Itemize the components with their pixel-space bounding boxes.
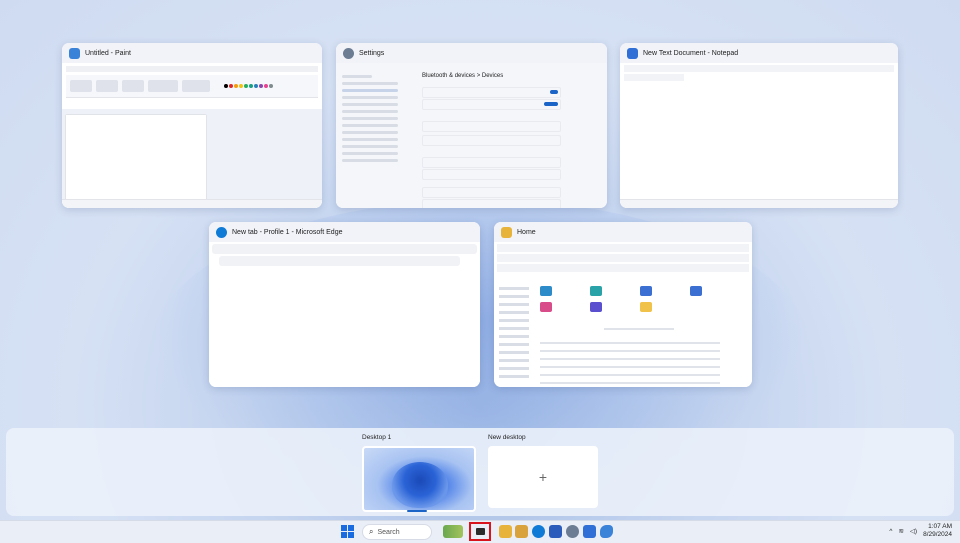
explorer-recent-row: [540, 350, 720, 352]
settings-card: [422, 157, 561, 168]
window-settings-titlebar[interactable]: Settings: [336, 43, 607, 63]
notepad-icon[interactable]: [583, 525, 596, 538]
window-paint-preview: [62, 63, 322, 208]
window-explorer-titlebar[interactable]: Home: [494, 222, 752, 242]
chevron-up-icon[interactable]: ^: [889, 528, 892, 535]
edge-tab-strip: [212, 244, 477, 254]
window-explorer[interactable]: Home: [494, 222, 752, 387]
window-settings-preview: Bluetooth & devices > Devices: [336, 63, 607, 208]
task-view-icon: [475, 528, 485, 535]
notepad-menu-bar: [624, 74, 684, 81]
explorer-recent-row: [540, 366, 720, 368]
store-icon[interactable]: [549, 525, 562, 538]
virtual-desktops-strip: Desktop 1 New desktop +: [6, 428, 954, 516]
folder-icon: [690, 286, 702, 296]
window-paint[interactable]: Untitled - Paint: [62, 43, 322, 208]
folder-icon: [590, 286, 602, 296]
folder-icon: [540, 286, 552, 296]
app-icon[interactable]: [515, 525, 528, 538]
start-button[interactable]: [341, 525, 354, 538]
paint-canvas: [66, 115, 206, 208]
explorer-recent-row: [604, 328, 674, 330]
paint-ribbon: [66, 75, 318, 98]
paint-app-icon: [69, 47, 80, 59]
taskbar-search-box[interactable]: ⌕ Search: [362, 524, 432, 540]
settings-card: [422, 87, 561, 98]
wifi-icon[interactable]: ≋: [898, 527, 903, 535]
plus-icon: +: [538, 469, 548, 485]
settings-nav-list: [340, 71, 400, 204]
paint-icon[interactable]: [600, 525, 613, 538]
window-edge-preview: [209, 242, 480, 387]
new-desktop-label: New desktop: [488, 434, 526, 441]
folder-icon: [640, 302, 652, 312]
settings-card: [422, 135, 561, 146]
system-tray: ^ ≋ ◁) 1:07 AM 8/29/2024: [889, 523, 952, 539]
settings-card: [422, 99, 561, 110]
explorer-command-bar: [497, 254, 749, 262]
folder-icon: [501, 226, 512, 238]
clock[interactable]: 1:07 AM 8/29/2024: [923, 523, 952, 539]
settings-heading: Bluetooth & devices > Devices: [422, 73, 504, 79]
window-paint-titlebar[interactable]: Untitled - Paint: [62, 43, 322, 63]
settings-card: [422, 169, 561, 180]
paint-color-swatches: [224, 84, 273, 88]
paint-canvas-area: [62, 109, 322, 208]
search-icon: ⌕: [369, 527, 374, 536]
settings-card: [422, 199, 561, 208]
window-edge-titlebar[interactable]: New tab - Profile 1 - Microsoft Edge: [209, 222, 480, 242]
window-settings[interactable]: Settings Bluetooth & devices > Devices: [336, 43, 607, 208]
folder-icon: [540, 302, 552, 312]
notepad-app-icon: [627, 47, 638, 59]
explorer-recent-row: [540, 382, 720, 384]
explorer-nav-pane: [497, 282, 531, 381]
window-notepad-titlebar[interactable]: New Text Document - Notepad: [620, 43, 898, 63]
wallpaper-bloom: [392, 462, 448, 508]
window-notepad-preview: [620, 63, 898, 208]
taskbar: ⌕ Search ^ ≋ ◁) 1:07 AM 8/29/2024: [0, 520, 960, 543]
clock-time: 1:07 AM: [928, 523, 952, 530]
explorer-address-bar: [497, 264, 749, 272]
desktop-1-label: Desktop 1: [362, 434, 392, 441]
notepad-statusbar: [620, 199, 898, 208]
explorer-recent-row: [540, 342, 720, 344]
explorer-tab-bar: [497, 244, 749, 252]
new-desktop-button[interactable]: +: [488, 446, 598, 508]
settings-gear-icon[interactable]: [566, 525, 579, 538]
explorer-recent-row: [540, 374, 720, 376]
settings-card: [422, 121, 561, 132]
edge-icon[interactable]: [532, 525, 545, 538]
window-notepad-title: New Text Document - Notepad: [643, 49, 739, 57]
folder-icon: [590, 302, 602, 312]
edge-page-content: [209, 272, 480, 387]
window-paint-title: Untitled - Paint: [85, 49, 131, 57]
active-desktop-indicator: [407, 510, 427, 512]
desktop-1-thumbnail[interactable]: [362, 446, 476, 512]
gear-icon: [343, 47, 354, 59]
search-placeholder: Search: [377, 528, 400, 536]
settings-card: [422, 187, 561, 198]
paint-statusbar: [62, 199, 322, 208]
speaker-icon[interactable]: ◁): [910, 527, 917, 535]
window-notepad[interactable]: New Text Document - Notepad: [620, 43, 898, 208]
notepad-tab-bar: [624, 65, 894, 72]
window-edge[interactable]: New tab - Profile 1 - Microsoft Edge: [209, 222, 480, 387]
folder-icon: [640, 286, 652, 296]
window-edge-title: New tab - Profile 1 - Microsoft Edge: [232, 228, 343, 236]
window-settings-title: Settings: [359, 49, 385, 57]
task-view-button[interactable]: [469, 522, 491, 541]
paint-menu-bar: [66, 66, 318, 72]
explorer-recent-row: [540, 358, 720, 360]
widgets-icon[interactable]: [443, 525, 463, 538]
edge-address-bar: [219, 256, 460, 266]
file-explorer-icon[interactable]: [499, 525, 512, 538]
edge-app-icon: [216, 226, 227, 238]
clock-date: 8/29/2024: [923, 531, 952, 538]
window-explorer-title: Home: [517, 228, 536, 236]
window-explorer-preview: [494, 242, 752, 387]
